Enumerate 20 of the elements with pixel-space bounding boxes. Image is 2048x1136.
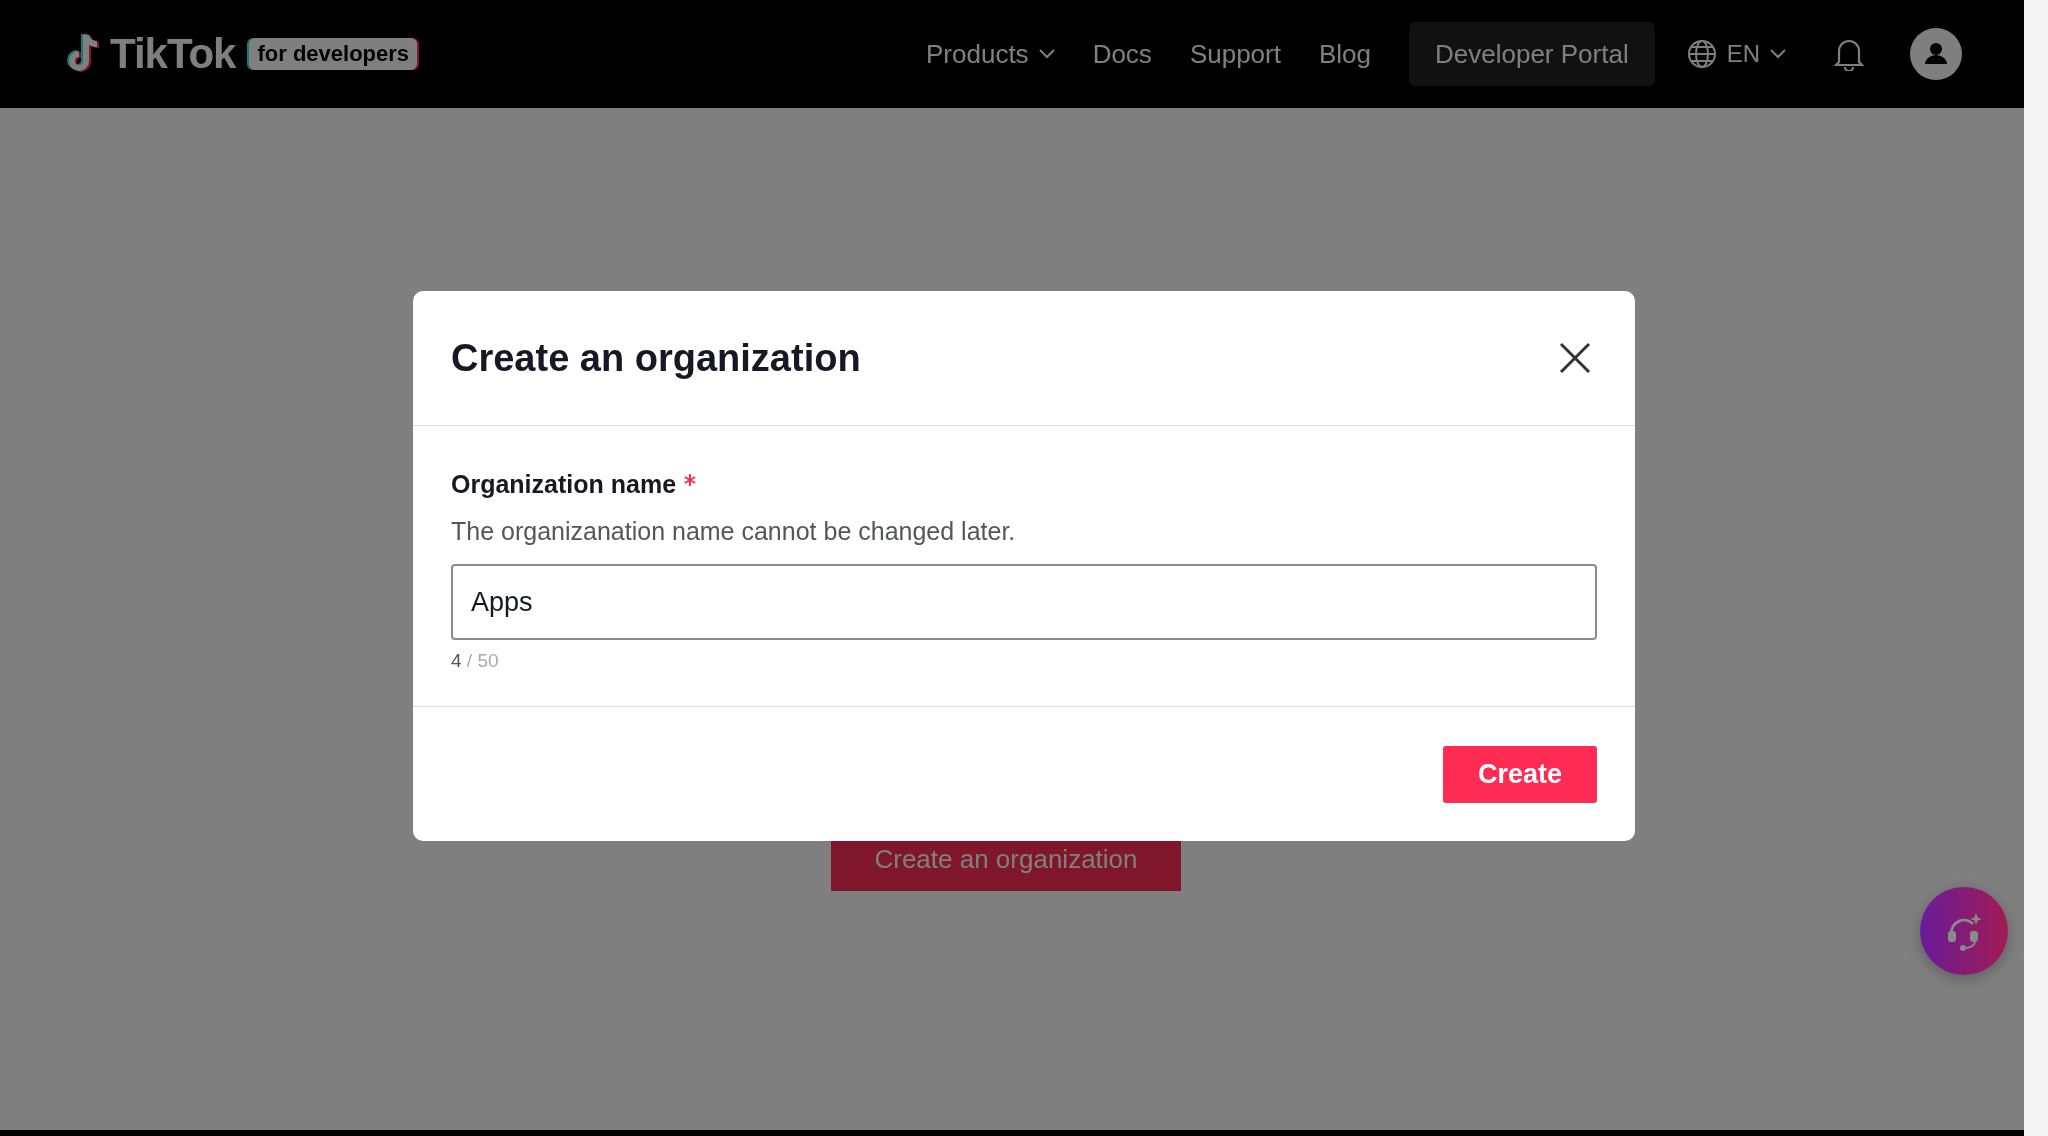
notification-bell-icon[interactable]: [1834, 37, 1864, 71]
logo-wordmark: TikTok: [110, 30, 236, 78]
dialog-title: Create an organization: [451, 336, 861, 380]
field-label: Organization name: [451, 470, 677, 499]
nav-link[interactable]: Support: [1189, 38, 1281, 70]
chevron-down-icon: [1038, 49, 1055, 59]
organization-name-field[interactable]: Apps: [451, 564, 1597, 640]
logo-badge: for developers: [249, 38, 418, 70]
globe-icon: [1686, 39, 1717, 69]
nav-link[interactable]: Products: [926, 38, 1055, 70]
developer-portal-button[interactable]: Developer Portal: [1409, 22, 1655, 86]
chevron-down-icon: [1770, 49, 1786, 59]
language-selector[interactable]: EN: [1686, 39, 1786, 69]
nav-link[interactable]: Docs: [1092, 38, 1152, 70]
field-hint: The organizanation name cannot be changed later.: [451, 517, 1017, 546]
close-button[interactable]: [1559, 342, 1591, 374]
user-avatar-icon[interactable]: [1910, 28, 1962, 80]
nav-link[interactable]: Blog: [1318, 38, 1371, 70]
character-counter: 4 / 50: [451, 650, 500, 672]
create-button[interactable]: Create: [1443, 745, 1597, 803]
